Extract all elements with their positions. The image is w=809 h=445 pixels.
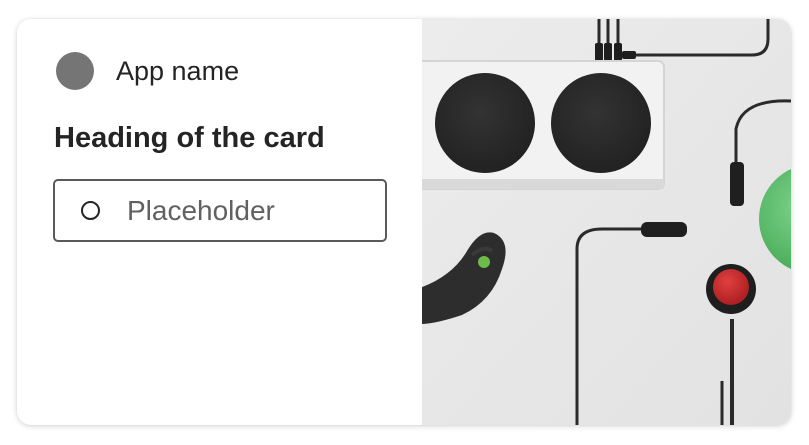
app-header: App name: [56, 52, 239, 90]
placeholder-input[interactable]: Placeholder: [53, 179, 387, 242]
app-name: App name: [116, 55, 240, 86]
controller-device: [422, 60, 665, 190]
app-avatar-icon: [56, 52, 94, 90]
card-heading: Heading of the card: [54, 122, 325, 154]
input-placeholder: Placeholder: [127, 194, 275, 226]
card[interactable]: App name Heading of the card Placeholder: [17, 19, 791, 425]
card-hero-image: [422, 19, 791, 425]
card-content: App name Heading of the card Placeholder: [17, 19, 422, 425]
radio-circle-icon[interactable]: [81, 201, 100, 220]
